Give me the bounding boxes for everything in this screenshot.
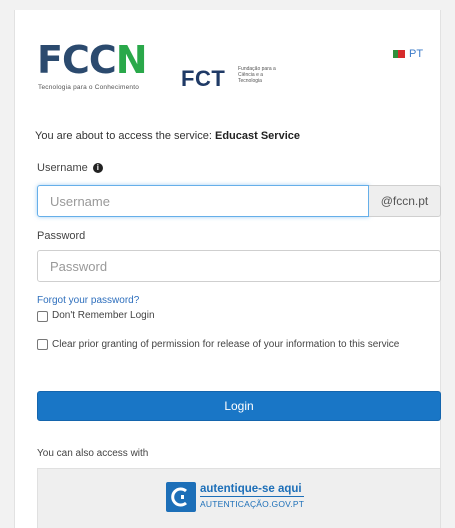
language-label[interactable]: PT xyxy=(409,48,423,60)
dont-remember-row[interactable]: Don't Remember Login xyxy=(37,310,155,322)
login-button[interactable]: Login xyxy=(37,391,441,421)
fccn-logo-suffix: N xyxy=(115,38,148,82)
fct-subtitle: Fundação para a Ciência e a Tecnologia xyxy=(238,66,276,84)
fccn-logo: FCCN xyxy=(37,38,148,82)
service-notice: You are about to access the service: Edu… xyxy=(35,130,300,142)
language-selector[interactable]: PT xyxy=(393,48,423,60)
login-card: FCCN Tecnologia para o Conhecimento FCT … xyxy=(14,10,441,528)
password-input[interactable] xyxy=(37,250,441,282)
service-name: Educast Service xyxy=(215,130,300,142)
fct-logo: FCT xyxy=(181,66,226,91)
autenticacao-gov-icon xyxy=(166,482,196,512)
dont-remember-label: Don't Remember Login xyxy=(52,310,155,321)
forgot-password-link[interactable]: Forgot your password? xyxy=(37,295,139,306)
portugal-flag-icon xyxy=(393,50,405,58)
alternate-access-heading: You can also access with xyxy=(37,448,149,459)
gov-auth-texts: autentique-se aqui AUTENTICAÇÃO.GOV.PT xyxy=(200,483,305,511)
gov-auth-sub-text: AUTENTICAÇÃO.GOV.PT xyxy=(200,496,305,511)
dont-remember-checkbox[interactable] xyxy=(37,311,48,322)
username-input[interactable] xyxy=(37,185,369,217)
username-label: Username xyxy=(37,162,88,174)
fccn-tagline: Tecnologia para o Conhecimento xyxy=(38,84,140,91)
info-icon[interactable]: i xyxy=(92,163,103,174)
clear-consent-row[interactable]: Clear prior granting of permission for r… xyxy=(37,338,417,352)
service-prefix: You are about to access the service: xyxy=(35,130,212,142)
password-label: Password xyxy=(37,230,86,242)
username-label-row: Username i xyxy=(37,162,103,174)
gov-icon-glyph xyxy=(171,487,187,507)
gov-auth-button[interactable]: autentique-se aqui AUTENTICAÇÃO.GOV.PT xyxy=(166,479,326,515)
clear-consent-checkbox[interactable] xyxy=(37,339,48,350)
gov-auth-panel: autentique-se aqui AUTENTICAÇÃO.GOV.PT xyxy=(37,468,441,528)
clear-consent-label: Clear prior granting of permission for r… xyxy=(52,339,400,350)
username-domain-addon: @fccn.pt xyxy=(369,185,441,217)
fccn-logo-prefix: FCC xyxy=(37,38,117,82)
username-input-group: @fccn.pt xyxy=(37,185,441,217)
gov-auth-main-text: autentique-se aqui xyxy=(200,483,302,495)
